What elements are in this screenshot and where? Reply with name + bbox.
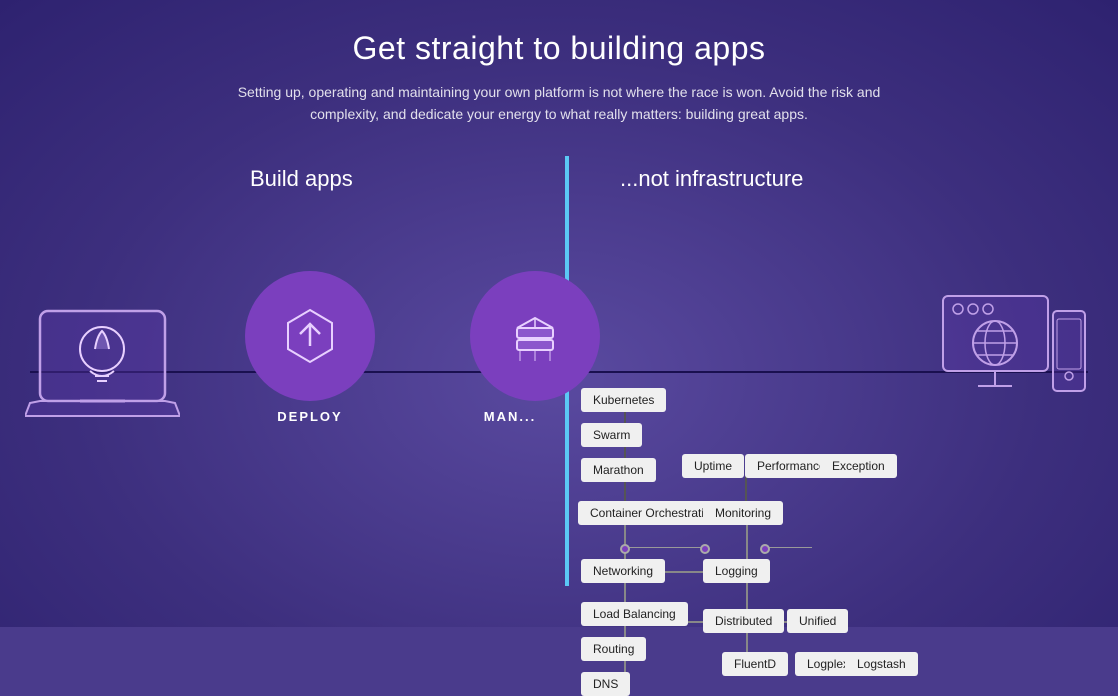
logging-box: Logging (703, 559, 770, 583)
uptime-box: Uptime (682, 454, 744, 478)
swarm-box: Swarm (581, 423, 642, 447)
orch-connector-v (624, 404, 626, 504)
monitoring-box: Monitoring (703, 501, 783, 525)
deploy-circle (245, 271, 375, 401)
build-apps-label: Build apps (250, 166, 353, 192)
computer-icon (938, 291, 1093, 421)
unified-box: Unified (787, 609, 848, 633)
net-log-connector (622, 547, 702, 548)
not-infra-label: ...not infrastructure (620, 166, 803, 192)
distributed-box: Distributed (703, 609, 784, 633)
laptop-icon (25, 301, 180, 436)
deploy-label: DEPLOY (245, 409, 375, 424)
kubernetes-box: Kubernetes (581, 388, 666, 412)
main-content: Get straight to building apps Setting up… (0, 0, 1118, 586)
manage-label: MAN... (470, 409, 550, 424)
networking-box: Networking (581, 559, 665, 583)
marathon-box: Marathon (581, 458, 656, 482)
subtext: Setting up, operating and maintaining yo… (219, 81, 899, 126)
diagram-area: Build apps ...not infrastructure (0, 156, 1118, 586)
load-balancing-box: Load Balancing (581, 602, 688, 626)
logstash-box: Logstash (845, 652, 918, 676)
dot-1 (620, 544, 630, 554)
fluentd-box: FluentD (722, 652, 788, 676)
dns-box: DNS (581, 672, 630, 696)
exception-box: Exception (820, 454, 897, 478)
routing-box: Routing (581, 637, 646, 661)
dot-2 (700, 544, 710, 554)
manage-circle (470, 271, 600, 401)
headline: Get straight to building apps (353, 30, 766, 67)
dot-3 (760, 544, 770, 554)
